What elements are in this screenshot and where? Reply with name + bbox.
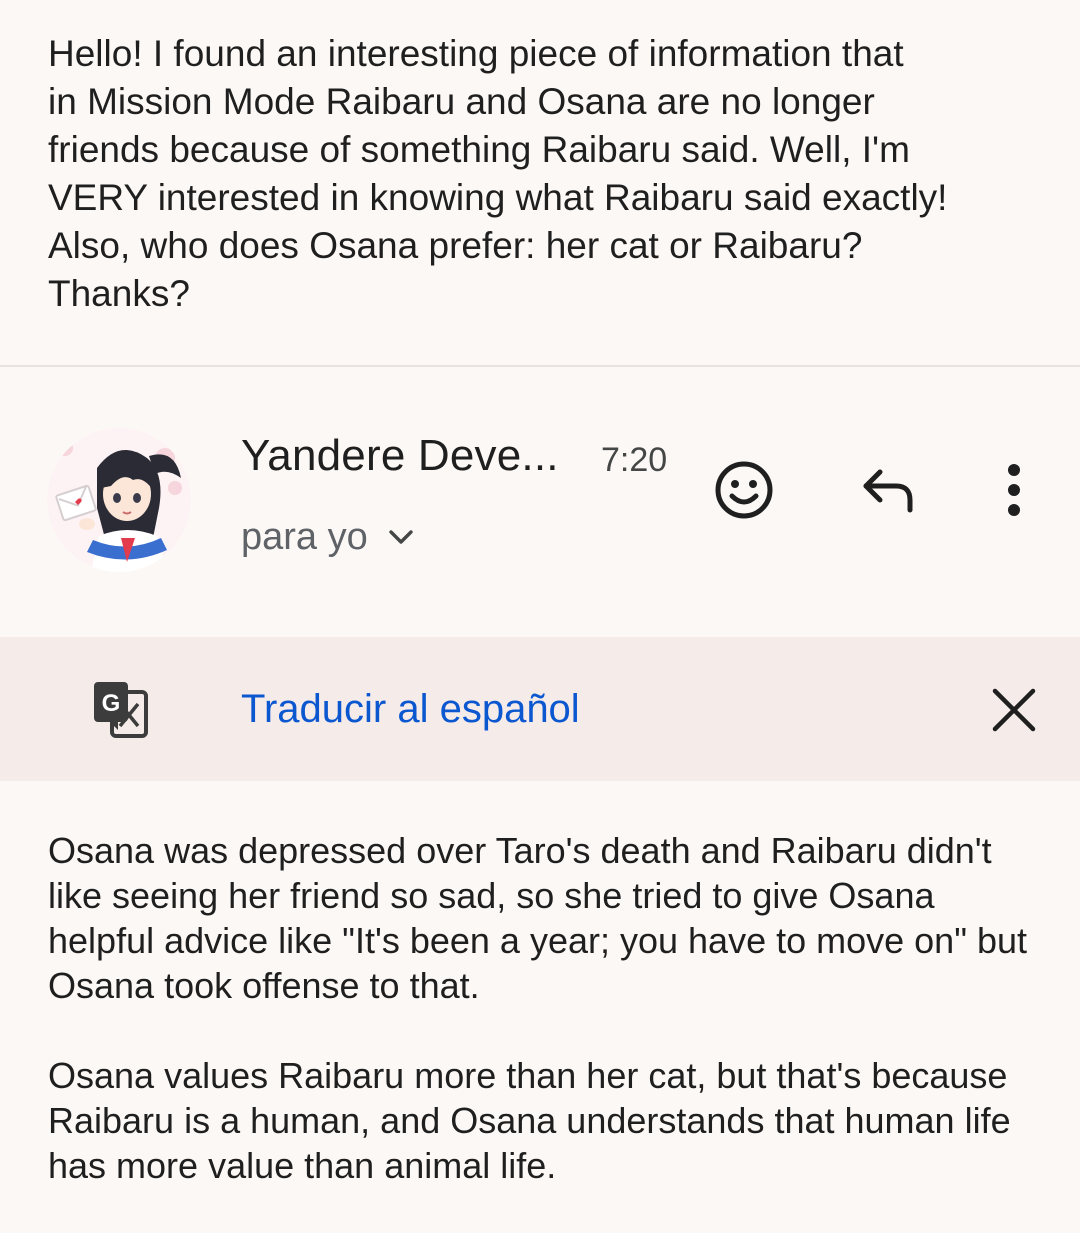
google-translate-icon: G bbox=[94, 682, 148, 738]
sender-avatar[interactable] bbox=[47, 428, 191, 572]
close-translate-button[interactable] bbox=[984, 680, 1044, 740]
smiley-icon bbox=[715, 461, 773, 519]
recipient-dropdown[interactable]: para yo bbox=[241, 512, 414, 562]
google-translate-icon-wrap: G bbox=[84, 674, 156, 746]
translate-link[interactable]: Traducir al español bbox=[241, 684, 580, 734]
sender-name[interactable]: Yandere Deve... bbox=[241, 428, 559, 484]
close-icon bbox=[992, 688, 1036, 732]
chevron-down-icon bbox=[389, 530, 413, 544]
message-paragraph: Osana was depressed over Taro's death an… bbox=[48, 830, 1028, 1006]
reply-button[interactable] bbox=[850, 452, 926, 528]
svg-text:G: G bbox=[102, 690, 121, 717]
recipient-label: para yo bbox=[241, 515, 368, 558]
more-vert-icon bbox=[1008, 464, 1020, 516]
more-options-button[interactable] bbox=[976, 452, 1052, 528]
previous-message-text: Hello! I found an interesting piece of i… bbox=[48, 33, 948, 314]
message-time: 7:20 bbox=[601, 441, 668, 479]
avatar-anime-girl-icon bbox=[47, 428, 191, 572]
add-reaction-button[interactable] bbox=[706, 452, 782, 528]
message-divider bbox=[0, 365, 1080, 367]
message-paragraph: Osana values Raibaru more than her cat, … bbox=[48, 1055, 1011, 1186]
reply-icon bbox=[863, 469, 913, 513]
message-body: Osana was depressed over Taro's death an… bbox=[48, 828, 1048, 1233]
